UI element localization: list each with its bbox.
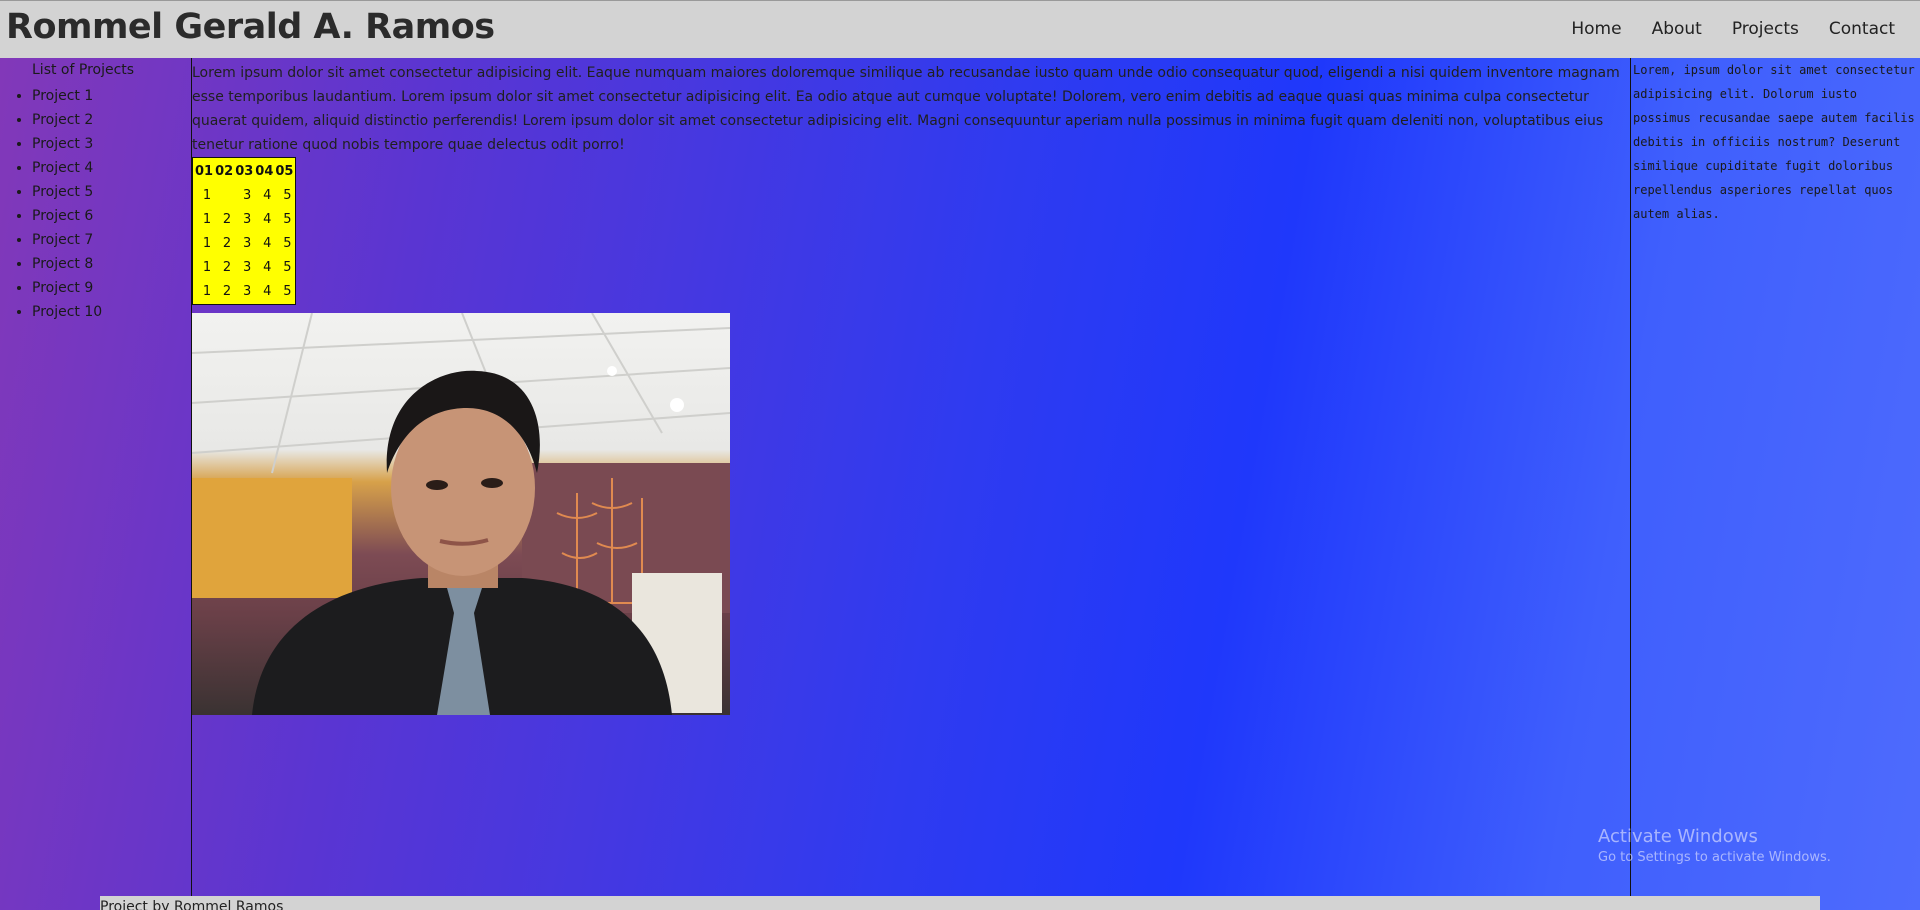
project-label[interactable]: Project 2 (32, 112, 93, 128)
footer-text: Project by Rommel Ramos (100, 899, 284, 910)
project-label[interactable]: Project 10 (32, 304, 102, 320)
table-cell: 3 (243, 259, 252, 275)
project-label[interactable]: Project 9 (32, 280, 93, 296)
aside-paragraph: Lorem, ipsum dolor sit amet consectetur … (1633, 63, 1915, 221)
project-label[interactable]: Project 1 (32, 88, 93, 104)
table-cell: 4 (263, 187, 272, 203)
table-cell (215, 184, 233, 206)
project-list: Project 1 Project 2 Project 3 Project 4 … (0, 86, 102, 326)
project-list-item[interactable]: Project 10 (32, 302, 102, 326)
table-row: 1 2 3 4 5 (195, 208, 293, 230)
windows-activation-watermark: Activate Windows Go to Settings to activ… (1598, 826, 1831, 865)
number-table: 01 02 03 04 05 1 3 4 5 1 2 3 4 5 1 2 3 4… (192, 157, 297, 305)
project-list-item[interactable]: Project 8 (32, 254, 102, 278)
nav-home-link[interactable]: Home (1571, 19, 1621, 39)
table-cell: 3 (243, 235, 252, 251)
table-cell: 2 (222, 283, 232, 299)
project-list-item[interactable]: Project 9 (32, 278, 102, 302)
project-label[interactable]: Project 6 (32, 208, 93, 224)
sidebar-heading: List of Projects (32, 62, 135, 78)
project-list-item[interactable]: Project 7 (32, 230, 102, 254)
profile-photo (192, 313, 730, 715)
watermark-subtitle: Go to Settings to activate Windows. (1598, 850, 1831, 865)
project-list-item[interactable]: Project 5 (32, 182, 102, 206)
ceiling-light (670, 398, 684, 412)
table-cell: 2 (222, 259, 232, 275)
project-list-item[interactable]: Project 6 (32, 206, 102, 230)
project-list-item[interactable]: Project 2 (32, 110, 102, 134)
main-content: Lorem ipsum dolor sit amet consectetur a… (191, 58, 1631, 896)
project-label[interactable]: Project 3 (32, 136, 93, 152)
watermark-title: Activate Windows (1598, 826, 1758, 847)
table-cell: 4 (263, 235, 272, 251)
table-cell: 5 (283, 211, 292, 227)
table-header-cell: 02 (215, 163, 234, 179)
table-cell: 3 (243, 283, 252, 299)
table-cell: 1 (202, 259, 212, 275)
ceiling-light (607, 366, 617, 376)
table-cell: 2 (222, 211, 232, 227)
table-cell: 4 (263, 259, 272, 275)
project-list-item[interactable]: Project 3 (32, 134, 102, 158)
table-cell: 1 (202, 283, 212, 299)
site-footer: Project by Rommel Ramos (100, 896, 1820, 910)
table-cell: 5 (283, 235, 292, 251)
project-sidebar: List of Projects Project 1 Project 2 Pro… (0, 58, 191, 896)
table-cell: 4 (263, 283, 272, 299)
right-aside: Lorem, ipsum dolor sit amet consectetur … (1631, 58, 1920, 896)
table-header-cell: 05 (275, 163, 294, 179)
table-row: 1 2 3 4 5 (195, 232, 293, 254)
project-label[interactable]: Project 7 (32, 232, 93, 248)
table-cell: 1 (202, 211, 212, 227)
intro-paragraph: Lorem ipsum dolor sit amet consectetur a… (192, 65, 1620, 153)
table-cell: 5 (283, 283, 292, 299)
table-cell: 4 (263, 211, 272, 227)
table-cell: 1 (202, 235, 212, 251)
table-cell: 1 (202, 187, 212, 203)
table-header-row: 01 02 03 04 05 (195, 160, 293, 182)
eye (426, 480, 448, 490)
nav-projects-link[interactable]: Projects (1732, 19, 1799, 39)
table-row: 1 2 3 4 5 (195, 256, 293, 278)
yellow-wall (192, 478, 352, 598)
eye (481, 478, 503, 488)
table-header-cell: 04 (255, 163, 274, 179)
table-cell: 5 (283, 187, 292, 203)
table-cell: 2 (222, 235, 232, 251)
table-row: 1 3 4 5 (195, 184, 293, 206)
site-header: Rommel Gerald A. Ramos Home About Projec… (0, 0, 1920, 58)
table-cell: 3 (243, 211, 252, 227)
project-label[interactable]: Project 4 (32, 160, 93, 176)
table-row: 1 2 3 4 5 (195, 280, 293, 302)
nav-contact-link[interactable]: Contact (1829, 19, 1895, 39)
project-list-item[interactable]: Project 1 (32, 86, 102, 110)
project-list-item[interactable]: Project 4 (32, 158, 102, 182)
nav-about-link[interactable]: About (1652, 19, 1702, 39)
table-cell: 5 (283, 259, 292, 275)
project-label[interactable]: Project 5 (32, 184, 93, 200)
project-label[interactable]: Project 8 (32, 256, 93, 272)
table-header-cell: 03 (235, 163, 254, 179)
site-title: Rommel Gerald A. Ramos (6, 7, 495, 47)
table-header-cell: 01 (195, 163, 214, 179)
main-nav: Home About Projects Contact (1571, 19, 1895, 39)
profile-photo-illustration (192, 313, 730, 715)
table-cell: 3 (243, 187, 252, 203)
